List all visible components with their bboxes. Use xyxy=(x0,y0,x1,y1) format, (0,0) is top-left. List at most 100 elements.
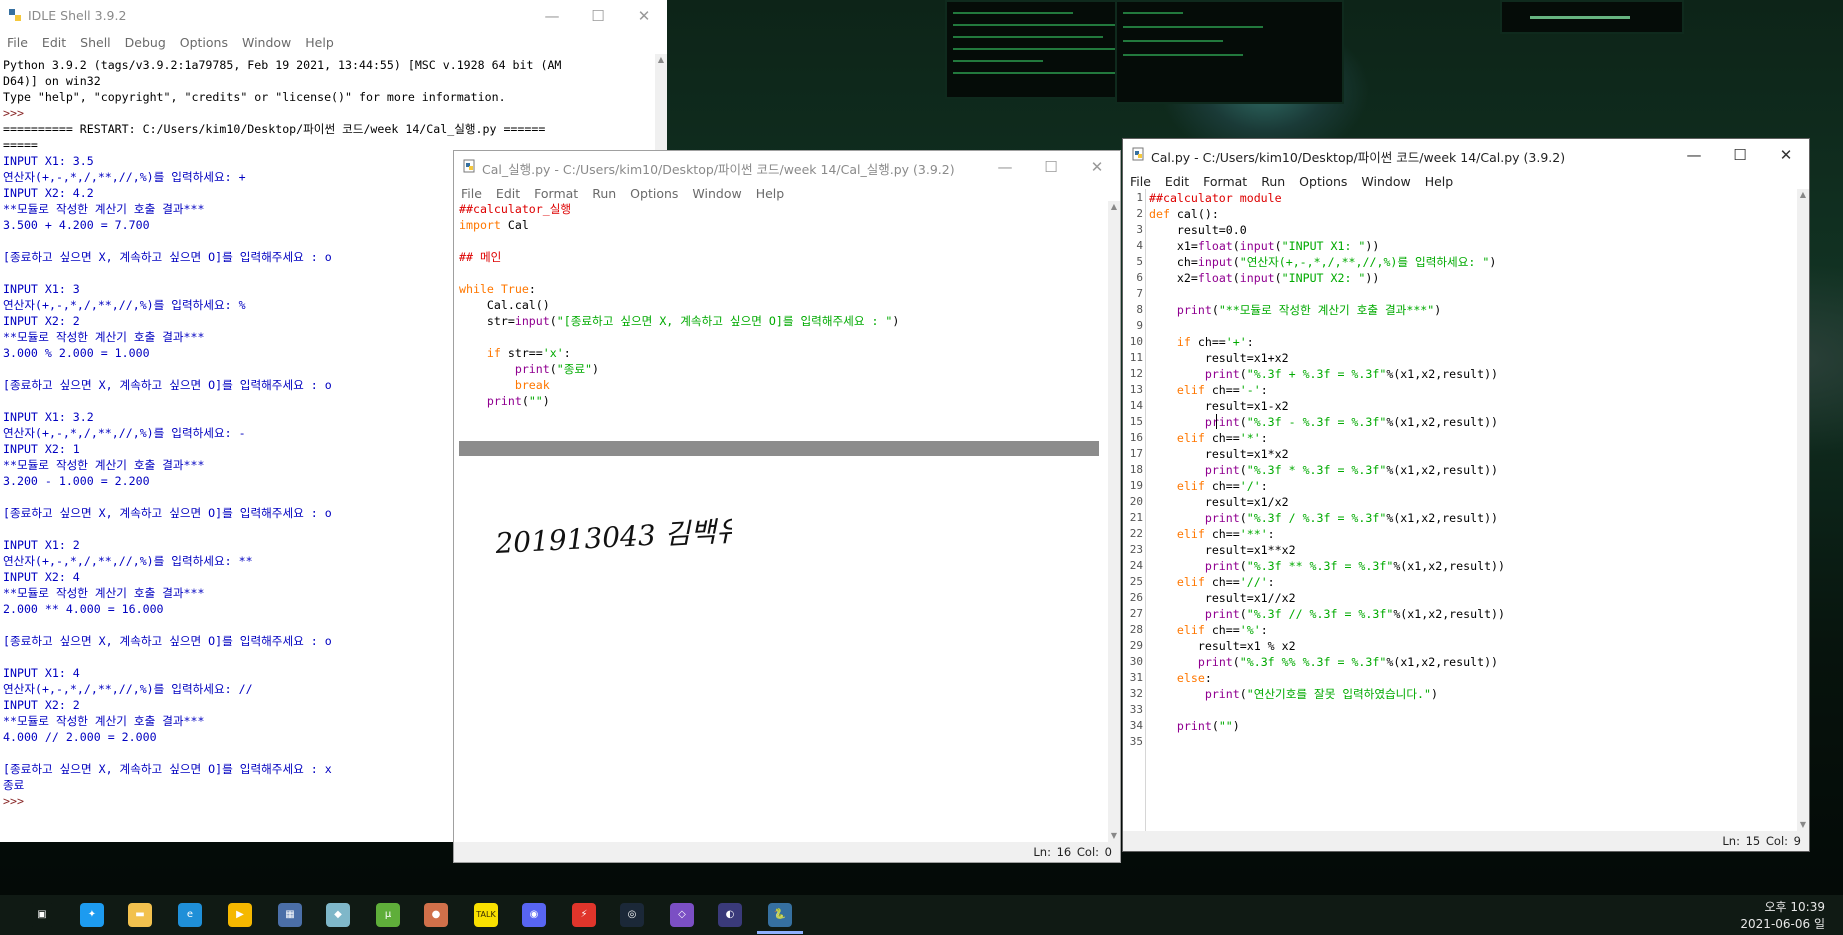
code-line: result=x1-x2 xyxy=(1149,398,1793,414)
code-token: ##calculator module xyxy=(1149,191,1282,205)
flash-app-icon[interactable]: ⚡ xyxy=(572,903,596,927)
menu-help[interactable]: Help xyxy=(749,183,792,201)
calpy-scrollbar[interactable]: ▲ ▼ xyxy=(1797,189,1809,831)
code-token: print xyxy=(1204,415,1240,429)
code-token: ) xyxy=(592,362,600,376)
media-player-icon[interactable]: ▶ xyxy=(228,903,252,927)
minimize-button[interactable]: — xyxy=(982,151,1028,183)
clock-time: 오후 10:39 xyxy=(1764,900,1825,914)
menu-file[interactable]: File xyxy=(454,183,489,201)
line-number: 24 xyxy=(1129,559,1143,572)
code-token: Cal.cal() xyxy=(459,298,550,312)
steam-icon[interactable]: ◎ xyxy=(620,903,644,927)
runner-titlebar[interactable]: Cal_실행.py - C:/Users/kim10/Desktop/파이썬 코… xyxy=(454,151,1120,183)
menu-debug[interactable]: Debug xyxy=(118,32,173,50)
code-token: %(x1,x2,result)) xyxy=(1393,607,1506,621)
eclipse-icon[interactable]: ◐ xyxy=(718,903,742,927)
calpy-code-editor[interactable]: ##calculator module def cal(): result=0.0… xyxy=(1149,190,1793,750)
code-token: ( xyxy=(1239,687,1247,701)
code-line: result=x1+x2 xyxy=(1149,350,1793,366)
menu-edit[interactable]: Edit xyxy=(1158,171,1196,189)
scroll-up-icon[interactable]: ▲ xyxy=(1108,201,1120,213)
python-file-icon xyxy=(1132,147,1144,161)
code-token: elif xyxy=(1176,431,1205,445)
maximize-button[interactable]: ☐ xyxy=(1717,139,1763,171)
code-token: result=0.0 xyxy=(1149,223,1247,237)
code-line: print("종료") xyxy=(459,361,1104,377)
code-token: '/' xyxy=(1239,479,1261,493)
menu-window[interactable]: Window xyxy=(685,183,748,201)
code-token: result=x1+x2 xyxy=(1149,351,1289,365)
code-token: ( xyxy=(1211,303,1219,317)
scroll-up-icon[interactable]: ▲ xyxy=(1797,189,1809,201)
scroll-down-icon[interactable]: ▼ xyxy=(1797,819,1809,831)
idle-python-icon[interactable]: 🐍 xyxy=(768,903,792,927)
code-token: "%.3f / %.3f = %.3f" xyxy=(1246,511,1387,525)
edge-icon[interactable]: e xyxy=(178,903,202,927)
close-button[interactable]: ✕ xyxy=(1763,139,1809,171)
runner-code-editor[interactable]: ##calculator_실행 import Cal ## 메인 while True… xyxy=(459,201,1104,409)
minimize-button[interactable]: — xyxy=(1671,139,1717,171)
code-line: elif ch=='/': xyxy=(1149,478,1793,494)
paint-app-icon[interactable]: ● xyxy=(424,903,448,927)
menu-window[interactable]: Window xyxy=(235,32,298,50)
runner-scrollbar[interactable]: ▲ ▼ xyxy=(1108,201,1120,842)
close-button[interactable]: ✕ xyxy=(1074,151,1120,183)
menu-options[interactable]: Options xyxy=(173,32,235,50)
maximize-button[interactable]: ☐ xyxy=(575,0,621,32)
menu-format[interactable]: Format xyxy=(527,183,585,201)
menu-window[interactable]: Window xyxy=(1354,171,1417,189)
taskbar-clock[interactable]: 오후 10:39 2021-06-06 일 xyxy=(1740,899,1825,933)
menu-options[interactable]: Options xyxy=(1292,171,1354,189)
code-token: "연산자(+,-,*,/,**,//,%)를 입력하세요: " xyxy=(1239,255,1490,269)
menu-format[interactable]: Format xyxy=(1196,171,1254,189)
code-token: "%.3f + %.3f = %.3f" xyxy=(1246,367,1387,381)
menu-file[interactable]: File xyxy=(0,32,35,50)
calpy-titlebar[interactable]: Cal.py - C:/Users/kim10/Desktop/파이썬 코드/w… xyxy=(1123,139,1809,171)
shell-menubar: File Edit Shell Debug Options Window Help xyxy=(0,32,667,54)
bird-app-icon[interactable]: ✦ xyxy=(80,903,104,927)
line-number: 21 xyxy=(1129,511,1143,524)
calculator-icon[interactable]: ▦ xyxy=(278,903,302,927)
code-line: if ch=='+': xyxy=(1149,334,1793,350)
code-line: x1=float(input("INPUT X1: ")) xyxy=(1149,238,1793,254)
line-number: 7 xyxy=(1136,287,1143,300)
kakaotalk-icon[interactable]: TALK xyxy=(474,903,498,927)
app-icon[interactable]: ◆ xyxy=(326,903,350,927)
menu-run[interactable]: Run xyxy=(585,183,623,201)
menu-help[interactable]: Help xyxy=(298,32,341,50)
menu-edit[interactable]: Edit xyxy=(489,183,527,201)
maximize-button[interactable]: ☐ xyxy=(1028,151,1074,183)
menu-file[interactable]: File xyxy=(1123,171,1158,189)
code-token: ( xyxy=(1239,511,1247,525)
shell-titlebar[interactable]: IDLE Shell 3.9.2 — ☐ ✕ xyxy=(0,0,667,32)
scroll-down-icon[interactable]: ▼ xyxy=(1108,830,1120,842)
line-number: 4 xyxy=(1136,239,1143,252)
file-explorer-icon[interactable]: ▬ xyxy=(128,903,152,927)
code-token: input xyxy=(1239,239,1275,253)
line-number: 11 xyxy=(1129,351,1143,364)
task-view-icon[interactable]: ▣ xyxy=(30,903,54,927)
close-button[interactable]: ✕ xyxy=(621,0,667,32)
menu-run[interactable]: Run xyxy=(1254,171,1292,189)
code-token: : xyxy=(1267,575,1275,589)
code-token: if xyxy=(1176,335,1191,349)
taskbar: ▣ ✦ ▬ e ▶ ▦ ◆ µ ● TALK ◉ ⚡ ◎ ◇ ◐ 🐍 오후 10:39 2021-06-06 … xyxy=(0,895,1843,935)
code-line: result=x1//x2 xyxy=(1149,590,1793,606)
menu-options[interactable]: Options xyxy=(623,183,685,201)
utorrent-icon[interactable]: µ xyxy=(376,903,400,927)
menu-help[interactable]: Help xyxy=(1418,171,1461,189)
menu-edit[interactable]: Edit xyxy=(35,32,73,50)
code-token: print xyxy=(1197,655,1233,669)
line-number: 3 xyxy=(1136,223,1143,236)
code-line: print("%.3f * %.3f = %.3f"%(x1,x2,result… xyxy=(1149,462,1793,478)
minimize-button[interactable]: — xyxy=(529,0,575,32)
visual-studio-icon[interactable]: ◇ xyxy=(670,903,694,927)
discord-icon[interactable]: ◉ xyxy=(522,903,546,927)
menu-shell[interactable]: Shell xyxy=(73,32,118,50)
line-number: 18 xyxy=(1129,463,1143,476)
code-token: %(x1,x2,result)) xyxy=(1386,415,1499,429)
scroll-up-icon[interactable]: ▲ xyxy=(655,54,667,66)
